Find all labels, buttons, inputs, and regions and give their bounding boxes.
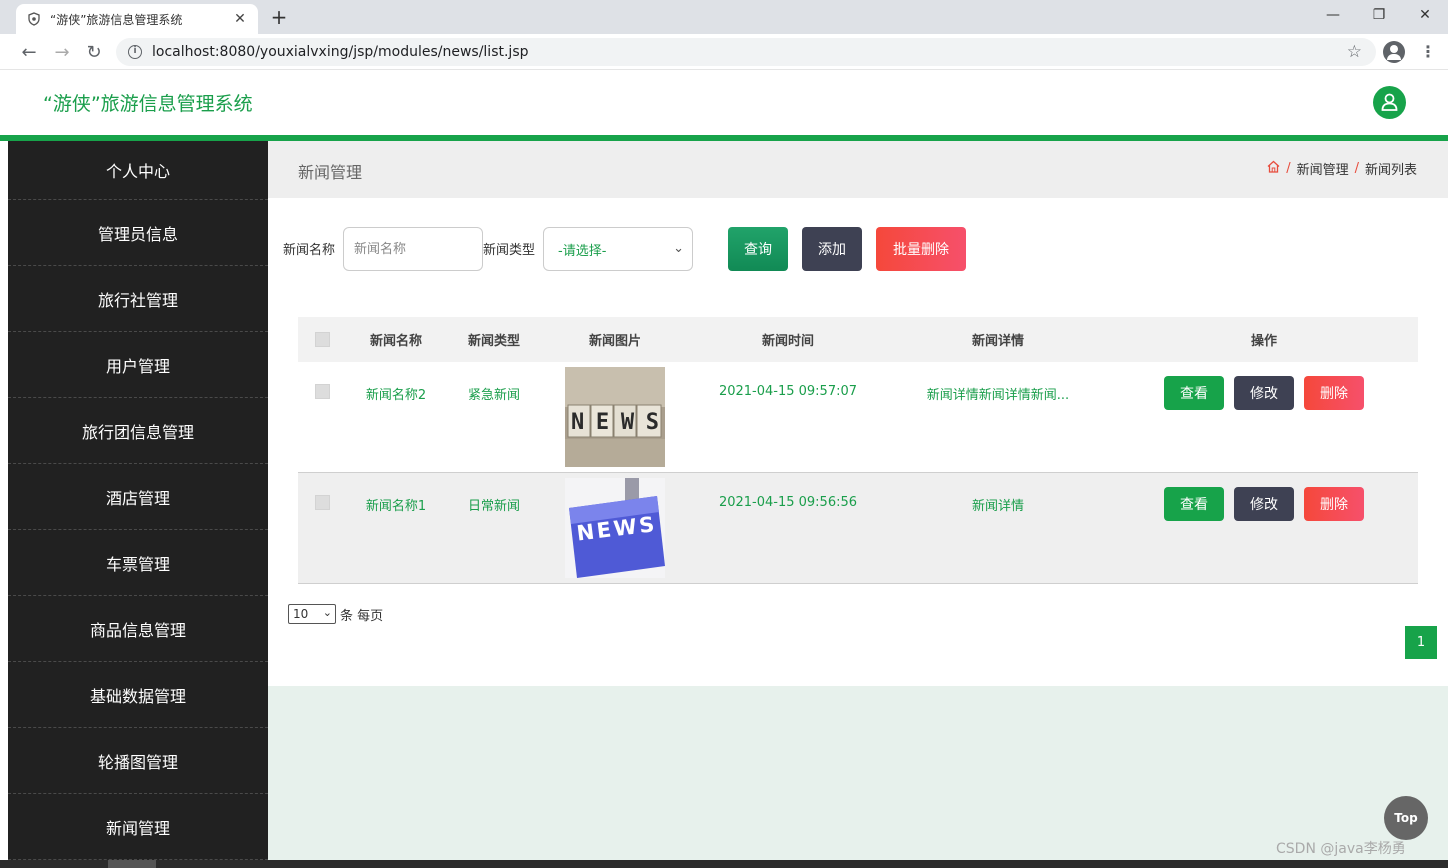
news-name-input[interactable] <box>343 227 483 271</box>
row-news-name: 新闻名称2 <box>365 388 427 403</box>
news-table: 新闻名称 新闻类型 新闻图片 新闻时间 新闻详情 操作 新闻名称2 紧急新闻 N… <box>298 317 1418 584</box>
taskbar-item[interactable] <box>108 860 156 868</box>
news-image-letter-blocks: NEWS <box>565 367 665 467</box>
row-news-name: 新闻名称1 <box>365 499 427 514</box>
left-gutter <box>0 141 8 868</box>
row-checkbox[interactable] <box>314 473 330 583</box>
browser-tabbar: “游侠”旅游信息管理系统 ✕ + — ❐ ✕ <box>0 0 1448 34</box>
taskbar <box>0 860 1448 868</box>
sidebar-item-tickets[interactable]: 车票管理 <box>8 530 268 596</box>
select-all-checkbox[interactable] <box>314 317 330 362</box>
news-type-label: 新闻类型 <box>483 243 536 258</box>
row-news-detail: 新闻详情 <box>971 499 1024 514</box>
sidebar: 个人中心 管理员信息 旅行社管理 用户管理 旅行团信息管理 酒店管理 车票管理 … <box>8 141 268 868</box>
add-button[interactable]: 添加 <box>802 227 862 271</box>
minimize-icon[interactable]: — <box>1310 0 1356 30</box>
table-row: 新闻名称2 紧急新闻 NEWS 2021-04-15 09:57:07 新闻详情… <box>298 362 1418 473</box>
sidebar-item-carousel[interactable]: 轮播图管理 <box>8 728 268 794</box>
view-button[interactable]: 查看 <box>1164 487 1224 521</box>
bookmark-star-icon[interactable]: ☆ <box>1347 42 1362 62</box>
row-actions: 查看 修改 删除 <box>1154 473 1374 583</box>
breadcrumb-news-manage[interactable]: 新闻管理 <box>1297 159 1349 178</box>
home-icon[interactable] <box>1267 160 1280 177</box>
browser-tab[interactable]: “游侠”旅游信息管理系统 ✕ <box>16 4 258 34</box>
sidebar-item-users[interactable]: 用户管理 <box>8 332 268 398</box>
browser-address-bar: ← → ↻ i localhost:8080/youxialvxing/jsp/… <box>0 34 1448 70</box>
table-row: 新闻名称1 日常新闻 NEWS 2021-04-15 09:56:56 新闻详情… <box>298 473 1418 584</box>
chevron-down-icon: ⌄ <box>673 241 684 256</box>
restore-icon[interactable]: ❐ <box>1356 0 1402 30</box>
sidebar-item-hotels[interactable]: 酒店管理 <box>8 464 268 530</box>
breadcrumb-separator: / <box>1354 161 1359 176</box>
row-news-image: NEWS <box>565 362 665 472</box>
row-checkbox[interactable] <box>314 362 330 472</box>
page-number-button[interactable]: 1 <box>1405 626 1437 659</box>
url-field[interactable]: i localhost:8080/youxialvxing/jsp/module… <box>116 38 1376 66</box>
tab-title: “游侠”旅游信息管理系统 <box>50 12 183 27</box>
batch-delete-button[interactable]: 批量删除 <box>876 227 966 271</box>
browser-menu-icon[interactable]: ⋮ <box>1420 42 1436 62</box>
app-header: “游侠”旅游信息管理系统 <box>0 71 1448 135</box>
col-news-name: 新闻名称 <box>369 334 422 349</box>
forward-icon[interactable]: → <box>51 41 73 63</box>
row-news-time: 2021-04-15 09:56:56 <box>718 495 858 510</box>
sidebar-item-admin-info[interactable]: 管理员信息 <box>8 200 268 266</box>
watermark: CSDN @java李杨勇 <box>1276 841 1406 857</box>
col-news-type: 新闻类型 <box>467 334 520 349</box>
chevron-down-icon: ⌄ <box>322 606 332 619</box>
query-button[interactable]: 查询 <box>728 227 788 271</box>
close-window-icon[interactable]: ✕ <box>1402 0 1448 30</box>
back-to-top-button[interactable]: Top <box>1384 796 1428 840</box>
edit-button[interactable]: 修改 <box>1234 376 1294 410</box>
table-header: 新闻名称 新闻类型 新闻图片 新闻时间 新闻详情 操作 <box>298 317 1418 362</box>
back-icon[interactable]: ← <box>18 41 40 63</box>
page-size-select[interactable]: 10 ⌄ <box>288 604 336 624</box>
info-icon[interactable]: i <box>128 45 142 59</box>
news-type-selected: -请选择- <box>558 243 607 259</box>
news-image-keyboard-key: NEWS <box>565 478 665 578</box>
view-button[interactable]: 查看 <box>1164 376 1224 410</box>
shield-icon <box>26 11 42 27</box>
row-news-time: 2021-04-15 09:57:07 <box>718 384 858 399</box>
url-text: localhost:8080/youxialvxing/jsp/modules/… <box>152 44 529 60</box>
close-tab-icon[interactable]: ✕ <box>232 11 248 27</box>
sidebar-item-products[interactable]: 商品信息管理 <box>8 596 268 662</box>
page-header: 新闻管理 / 新闻管理 / 新闻列表 <box>268 141 1448 198</box>
row-news-image: NEWS <box>565 473 665 583</box>
sidebar-item-tour-groups[interactable]: 旅行团信息管理 <box>8 398 268 464</box>
sidebar-item-news[interactable]: 新闻管理 <box>8 794 268 860</box>
edit-button[interactable]: 修改 <box>1234 487 1294 521</box>
sidebar-item-basic-data[interactable]: 基础数据管理 <box>8 662 268 728</box>
news-name-label: 新闻名称 <box>283 243 336 258</box>
sidebar-item-travel-agency[interactable]: 旅行社管理 <box>8 266 268 332</box>
delete-button[interactable]: 删除 <box>1304 376 1364 410</box>
breadcrumb: / 新闻管理 / 新闻列表 <box>1267 159 1417 178</box>
col-news-detail: 新闻详情 <box>971 334 1024 349</box>
row-news-type: 紧急新闻 <box>467 388 520 403</box>
profile-icon[interactable] <box>1383 41 1405 63</box>
row-news-detail: 新闻详情新闻详情新闻... <box>926 388 1070 403</box>
page-size-suffix: 条 每页 <box>340 608 384 624</box>
new-tab-icon[interactable]: + <box>268 6 290 28</box>
breadcrumb-separator: / <box>1286 161 1291 176</box>
breadcrumb-news-list: 新闻列表 <box>1364 163 1417 178</box>
col-news-time: 新闻时间 <box>761 334 814 349</box>
delete-button[interactable]: 删除 <box>1304 487 1364 521</box>
list-panel: 新闻名称 新闻类型 -请选择- ⌄ 查询 添加 批量删除 新闻名称 新闻类型 新… <box>268 198 1448 686</box>
col-actions: 操作 <box>1250 334 1277 349</box>
main-content: 新闻管理 / 新闻管理 / 新闻列表 新闻名称 新闻类型 -请选择- ⌄ 查询 … <box>268 141 1448 868</box>
page-size-value: 10 <box>293 607 309 621</box>
page-size-control: 10 ⌄ 条 每页 <box>288 604 383 624</box>
page-title: 新闻管理 <box>298 163 363 182</box>
col-news-image: 新闻图片 <box>588 334 641 349</box>
app-title: “游侠”旅游信息管理系统 <box>43 93 253 115</box>
user-avatar-icon[interactable] <box>1373 86 1406 119</box>
news-type-select[interactable]: -请选择- ⌄ <box>543 227 693 271</box>
reload-icon[interactable]: ↻ <box>83 41 105 63</box>
row-actions: 查看 修改 删除 <box>1154 362 1374 472</box>
row-news-type: 日常新闻 <box>467 499 520 514</box>
sidebar-item-personal-center[interactable]: 个人中心 <box>8 141 268 200</box>
